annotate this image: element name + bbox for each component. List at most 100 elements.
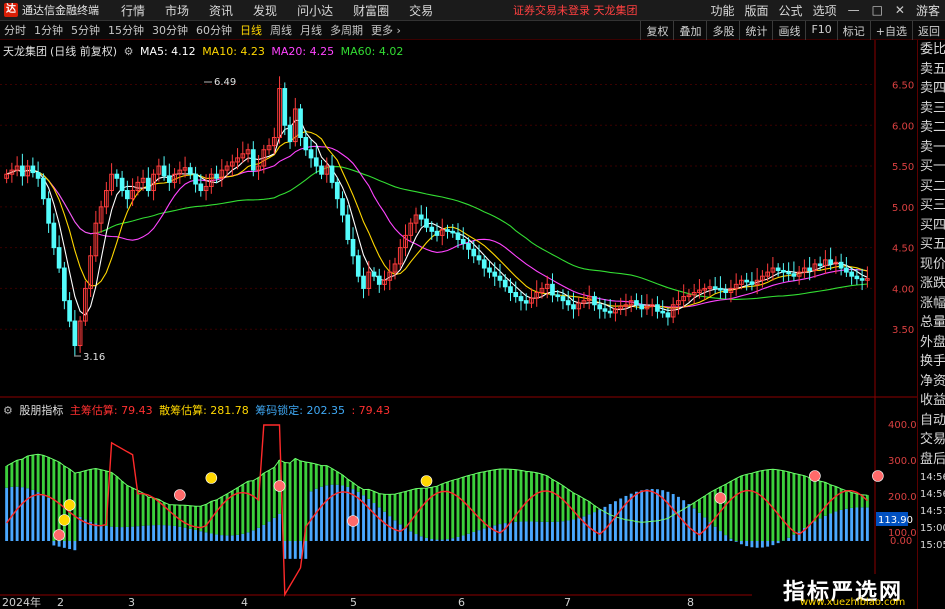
candle-body (418, 214, 424, 220)
ma20-label: MA20: 4.25 (271, 45, 335, 58)
side-panel-item[interactable]: 买二 (918, 177, 945, 197)
tab-daily[interactable]: 日线 (236, 22, 266, 38)
side-panel-item[interactable]: 14:56 (918, 469, 945, 486)
tab-60min[interactable]: 60分钟 (192, 22, 236, 38)
candle-body (287, 124, 293, 143)
tab-1min[interactable]: 1分钟 (30, 22, 67, 38)
date-tick: 8 (687, 596, 694, 609)
side-panel-item[interactable]: 委比 (918, 40, 945, 60)
kline-chart[interactable]: 6.50 6.00 5.50 5.00 4.50 4.00 3.50 6.49 … (0, 40, 917, 609)
candle-body (502, 279, 508, 288)
side-panel-item[interactable]: 15:05 (918, 537, 945, 554)
side-panel-item[interactable]: 14:56 (918, 486, 945, 503)
side-panel-item[interactable]: 收益 (918, 391, 945, 411)
add-watchlist-button[interactable]: +自选 (869, 21, 912, 40)
menu-item-market[interactable]: 市场 (165, 2, 189, 19)
menu-item-function[interactable]: 功能 (711, 2, 735, 19)
candle-body (476, 255, 482, 261)
quote-side-panel: 委比 卖五 卖四 卖三 卖二 卖一 买一 买二 买三 买四 买五 现价 涨跌 涨幅 总量 外盘 换手 净资 收益 自动… (917, 40, 945, 609)
tab-multi-period[interactable]: 多周期 (326, 22, 367, 38)
side-panel-item[interactable]: 买一 (918, 157, 945, 177)
indicator-settings-icon[interactable]: ⚙ (3, 404, 13, 417)
side-panel-item[interactable]: 涨跌 (918, 274, 945, 294)
minimize-icon[interactable]: — (848, 3, 860, 17)
candle-body (161, 165, 167, 177)
side-panel-item[interactable]: 换手 (918, 352, 945, 372)
price-tick: 3.50 (892, 325, 914, 336)
candle-body (791, 273, 797, 277)
settings-icon[interactable]: ⚙ (124, 45, 134, 58)
date-tick: 5 (350, 596, 357, 609)
date-axis: 2024年 2 3 4 5 6 7 8 (2, 595, 694, 609)
statistics-button[interactable]: 统计 (739, 21, 772, 40)
menu-item-layout[interactable]: 版面 (745, 2, 769, 19)
period-note: (日线 前复权) (50, 45, 118, 58)
menu-item-formula[interactable]: 公式 (779, 2, 803, 19)
candle-body (46, 198, 51, 224)
side-panel-item[interactable]: 卖五 (918, 60, 945, 80)
multi-stock-button[interactable]: 多股 (706, 21, 739, 40)
candle-body (460, 238, 466, 245)
side-panel-item[interactable]: 净资 (918, 372, 945, 392)
menu-item-options[interactable]: 选项 (813, 2, 837, 19)
candle-body (565, 300, 571, 306)
low-price-mark: 3.16 (83, 352, 105, 363)
side-panel-item[interactable]: 涨幅 (918, 294, 945, 314)
f10-button[interactable]: F10 (805, 21, 836, 40)
tab-5min[interactable]: 5分钟 (67, 22, 104, 38)
side-panel-item[interactable]: 卖二 (918, 118, 945, 138)
mark-button[interactable]: 标记 (836, 21, 870, 40)
indicator-tick: 200.0 (888, 492, 917, 503)
tab-more[interactable]: 更多 › (367, 22, 405, 38)
side-panel-item[interactable]: 盘后 (918, 450, 945, 470)
guest-label[interactable]: 游客 (916, 2, 940, 19)
close-icon[interactable]: ✕ (895, 3, 905, 17)
tab-monthly[interactable]: 月线 (296, 22, 326, 38)
indicator-axis: 400.0 300.0 200.0 100.0 0.00 (888, 420, 917, 547)
overlay-button[interactable]: 叠加 (673, 21, 706, 40)
menu-item-news[interactable]: 资讯 (209, 2, 233, 19)
menu-item-quotes[interactable]: 行情 (121, 2, 145, 19)
side-panel-item[interactable]: 14:57 (918, 503, 945, 520)
side-panel-item[interactable]: 买四 (918, 216, 945, 236)
login-notice[interactable]: 证券交易未登录 天龙集团 (513, 2, 638, 18)
indicator-name[interactable]: 股朋指标 (19, 404, 63, 417)
side-panel-item[interactable]: 现价 (918, 255, 945, 275)
signal-marker-icon (53, 529, 65, 541)
tab-intraday[interactable]: 分时 (0, 22, 30, 38)
side-panel-item[interactable]: 卖四 (918, 79, 945, 99)
back-button[interactable]: 返回 (912, 21, 945, 40)
adjust-button[interactable]: 复权 (640, 21, 673, 40)
ma10-label: MA10: 4.23 (202, 45, 265, 58)
side-panel-item[interactable]: 买五 (918, 235, 945, 255)
tab-15min[interactable]: 15分钟 (104, 22, 148, 38)
draw-line-button[interactable]: 画线 (772, 21, 805, 40)
maximize-icon[interactable]: □ (872, 3, 883, 17)
tab-weekly[interactable]: 周线 (266, 22, 296, 38)
side-panel-item[interactable]: 15:00 (918, 520, 945, 537)
side-panel-item[interactable]: 自动 (918, 411, 945, 431)
tab-30min[interactable]: 30分钟 (148, 22, 192, 38)
menu-item-discover[interactable]: 发现 (253, 2, 277, 19)
menu-item-wealth[interactable]: 财富圈 (353, 2, 389, 19)
signal-marker-icon (347, 515, 359, 527)
side-panel-item[interactable]: 交易 (918, 430, 945, 450)
candle-body (634, 300, 639, 306)
candle-body (424, 218, 429, 228)
stock-name[interactable]: 天龙集团 (3, 45, 47, 58)
date-tick: 6 (458, 596, 465, 609)
candle-body (723, 289, 729, 293)
side-panel-item[interactable]: 卖三 (918, 99, 945, 119)
candle-body (597, 304, 603, 310)
candle-body (775, 267, 781, 271)
candle-body (828, 259, 833, 265)
candle-body (72, 320, 78, 347)
side-panel-item[interactable]: 卖一 (918, 138, 945, 158)
menu-item-ask[interactable]: 问小达 (297, 2, 333, 19)
side-panel-item[interactable]: 总量 (918, 313, 945, 333)
candle-body (607, 310, 613, 314)
side-panel-item[interactable]: 买三 (918, 196, 945, 216)
menu-item-trade[interactable]: 交易 (409, 2, 433, 19)
side-panel-item[interactable]: 外盘 (918, 333, 945, 353)
candle-body (345, 214, 351, 240)
